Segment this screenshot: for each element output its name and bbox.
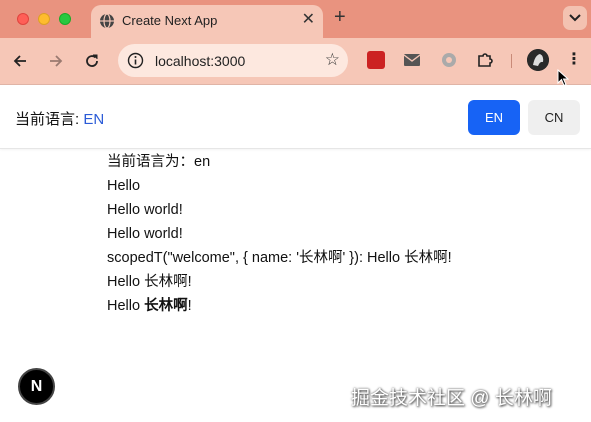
tab-search-button[interactable]	[563, 6, 587, 30]
rich-prefix: Hello	[107, 298, 145, 314]
site-info-icon[interactable]	[127, 52, 144, 69]
page-header: 当前语言: EN EN CN	[0, 85, 591, 149]
language-label-text: 当前语言:	[15, 111, 84, 128]
watermark-text: 掘金技术社区 @ 长林啊	[351, 388, 552, 409]
minimize-window-button[interactable]	[38, 13, 50, 25]
current-language-label: 当前语言: EN	[15, 108, 104, 129]
address-bar[interactable]: localhost:3000 ☆	[118, 44, 348, 77]
text-line: Hello world!	[107, 202, 183, 218]
tab-title: Create Next App	[122, 13, 218, 28]
nextjs-dev-indicator[interactable]: N	[18, 368, 55, 405]
text-line-rich: Hello 长林啊!	[107, 294, 452, 318]
browser-window: Create Next App ✕ + localhost:3000 ☆ ⋮ 当…	[0, 0, 591, 422]
arrow-right-icon	[50, 55, 63, 67]
browser-toolbar: localhost:3000 ☆ ⋮	[0, 38, 591, 85]
main-content: 当前语言为：en Hello Hello world! Hello world!…	[107, 150, 452, 318]
text-line: Hello 长林啊!	[107, 274, 192, 290]
maximize-window-button[interactable]	[59, 13, 71, 25]
toolbar-divider	[511, 54, 512, 68]
tab-active[interactable]: Create Next App ✕	[91, 5, 323, 38]
browser-menu-icon[interactable]: ⋮	[566, 51, 582, 69]
rich-suffix: !	[187, 298, 192, 314]
text-line: Hello	[107, 178, 141, 194]
globe-icon	[100, 13, 114, 29]
cn-language-button[interactable]: CN	[528, 100, 580, 135]
extension-red-icon[interactable]	[366, 50, 386, 70]
extension-gear-icon[interactable]	[439, 50, 459, 70]
arrow-left-icon	[13, 55, 26, 67]
rich-bold-name: 长林啊	[144, 298, 188, 314]
tab-close-icon[interactable]: ✕	[302, 11, 315, 29]
forward-button[interactable]	[45, 50, 67, 72]
profile-avatar[interactable]	[527, 49, 549, 71]
text-line: 当前语言为：en	[107, 154, 211, 170]
en-language-button[interactable]: EN	[468, 100, 520, 135]
text-line: Hello world!	[107, 226, 183, 242]
back-button[interactable]	[9, 50, 31, 72]
reload-icon	[86, 54, 98, 67]
text-line: scopedT("welcome", { name: '长林啊' }): Hel…	[107, 250, 452, 266]
bookmark-star-icon[interactable]: ☆	[325, 50, 340, 70]
chevron-down-icon	[569, 14, 581, 22]
puzzle-icon[interactable]	[475, 50, 495, 70]
language-value: EN	[83, 111, 105, 128]
url-text[interactable]: localhost:3000	[155, 53, 245, 69]
reload-button[interactable]	[81, 50, 103, 72]
mail-icon[interactable]	[402, 50, 422, 70]
close-window-button[interactable]	[17, 13, 29, 25]
new-tab-button[interactable]: +	[334, 6, 346, 28]
tab-strip: Create Next App ✕ +	[0, 0, 591, 38]
